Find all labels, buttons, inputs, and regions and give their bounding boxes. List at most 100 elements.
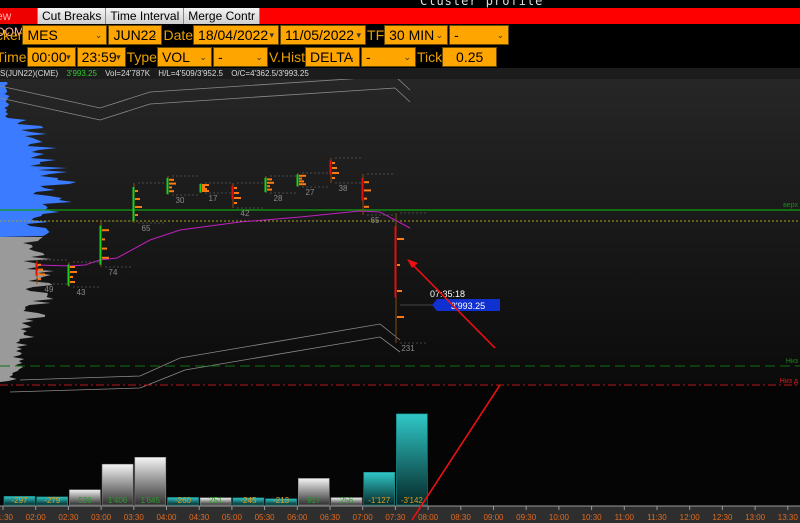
candle-body — [199, 184, 202, 193]
tick-label: Tick — [417, 48, 443, 65]
cluster-volume-tick — [332, 172, 339, 174]
caret-down-icon: ▾ — [269, 29, 275, 40]
candle-body — [35, 262, 38, 276]
date-label: Date — [163, 26, 194, 43]
type-select[interactable]: VOL ⌄ — [156, 46, 212, 67]
upper-level-label: верх — [783, 202, 798, 209]
timeframe-value: 30 MIN — [389, 26, 435, 43]
time-from-value: 00:00 — [31, 48, 67, 65]
candle-body — [99, 225, 102, 265]
cluster-volume-tick — [299, 183, 306, 186]
cluster-volume-tick — [332, 177, 335, 179]
type-value: VOL — [161, 48, 190, 65]
cluster-chart[interactable]: верх Низ Низ д 49 43 74 65 30 17 42 28 27 38 65 231 -… — [0, 79, 800, 523]
timeframe-select[interactable]: 30 MIN ⌄ — [384, 24, 449, 45]
cluster-volume-tick — [267, 181, 274, 184]
merge-contracts-button[interactable]: Merge Contr — [184, 8, 260, 24]
date-to-select[interactable]: 11/05/2022 ▾ — [280, 24, 367, 45]
time-axis-label: 03:00 — [91, 513, 112, 522]
new-dom-button[interactable]: ew DOM — [0, 8, 38, 39]
candle-body — [231, 185, 234, 200]
candle-body — [329, 160, 332, 175]
delta-bar-label: -297 — [11, 496, 28, 505]
delta-bar-label: 256 — [340, 496, 354, 505]
cluster-volume-tick — [332, 167, 337, 169]
time-to-select[interactable]: 23:59 ▾ — [76, 46, 126, 67]
time-axis-label: 02:00 — [26, 513, 47, 522]
toolbar: ew DOM Cut Breaks Time Interval Merge Co… — [0, 8, 800, 39]
caret-down-icon: ▾ — [116, 51, 121, 62]
ticker-select[interactable]: MES ⌄ — [22, 24, 108, 45]
cluster-volume-tick — [70, 281, 75, 283]
time-axis-label: 05:30 — [255, 513, 276, 522]
candle-volume-label: 43 — [77, 288, 86, 297]
type-label: Type — [126, 48, 157, 65]
candle-volume-label: 27 — [306, 188, 315, 197]
cluster-volume-tick — [38, 278, 41, 281]
time-axis-label: 04:00 — [156, 513, 177, 522]
time-axis-label: 13:00 — [745, 513, 766, 522]
cluster-volume-tick — [234, 192, 239, 194]
price-pane — [0, 79, 800, 384]
cluster-volume-tick — [38, 268, 43, 271]
delta-bar-label: -3'142 — [401, 496, 424, 505]
tick-input[interactable]: 0.25 — [442, 46, 498, 67]
symbol: S(JUN22)(CME) — [0, 69, 59, 78]
cluster-volume-tick — [332, 162, 335, 164]
time-axis-label: 09:30 — [516, 513, 537, 522]
cluster-volume-tick — [397, 264, 400, 266]
cluster-volume-tick — [38, 273, 45, 276]
cut-breaks-button[interactable]: Cut Breaks — [38, 8, 107, 24]
cluster-volume-tick — [397, 290, 402, 292]
chevron-down-icon: ⌄ — [496, 29, 505, 40]
time-axis-label: 02:30 — [58, 513, 79, 522]
delta-bar-label: 1'645 — [141, 496, 161, 505]
time-axis-label: 07:30 — [385, 513, 406, 522]
time-axis-label: 11:00 — [615, 513, 635, 522]
timeframe-extra-select[interactable]: - ⌄ — [449, 24, 510, 45]
window-title: Cluster profile — [420, 0, 544, 8]
delta-bar-label: 1'406 — [108, 496, 128, 505]
candle-body — [132, 187, 135, 221]
time-axis-label: 06:00 — [287, 513, 308, 522]
time-axis-label: 06:30 — [320, 513, 341, 522]
time-axis-label: 07:00 — [353, 513, 374, 522]
candle-volume-label: 28 — [274, 194, 283, 203]
high-low: H/L=4'509/3'952.5 — [158, 69, 223, 78]
cluster-volume-tick — [102, 256, 109, 259]
caret-down-icon: ▾ — [356, 29, 362, 40]
cluster-volume-tick — [169, 190, 174, 193]
time-axis-label: 12:00 — [680, 513, 701, 522]
cluster-volume-tick — [364, 197, 367, 200]
time-axis-label: 10:30 — [582, 513, 603, 522]
type-extra-select[interactable]: - ⌄ — [212, 46, 268, 67]
contract-select[interactable]: JUN22 ⌄ — [108, 24, 163, 45]
date-from-select[interactable]: 18/04/2022 ▾ — [193, 24, 280, 45]
time-from-select[interactable]: 00:00 ▾ — [26, 46, 76, 67]
delta-bar-label: 526 — [78, 496, 92, 505]
candle-body — [394, 226, 397, 298]
price-tag-time: 07:35:18 — [430, 289, 465, 299]
info-bar: S(JUN22)(CME) 3'993.25 Vol=24'787K H/L=4… — [0, 68, 800, 79]
vhist-select[interactable]: DELTA ⌄ — [305, 46, 361, 67]
delta-bar-label: -245 — [240, 496, 257, 505]
chevron-down-icon: ⌄ — [149, 29, 158, 40]
cluster-volume-tick — [364, 189, 371, 192]
time-axis-label: 08:30 — [451, 513, 472, 522]
cluster-volume-tick — [397, 316, 404, 318]
time-axis-label: 01:30 — [0, 513, 14, 522]
vhist-extra-select[interactable]: - ⌄ — [361, 46, 417, 67]
cluster-volume-tick — [267, 188, 272, 191]
cluster-volume-tick — [38, 263, 41, 266]
lower-day-level-label: Низ д — [780, 378, 798, 385]
chevron-down-icon: ⌄ — [255, 51, 263, 62]
delta-bar-label: -260 — [175, 496, 192, 505]
volume: Vol=24'787K — [105, 69, 151, 78]
candle-volume-label: 49 — [45, 285, 54, 294]
time-interval-button[interactable]: Time Interval — [106, 8, 185, 24]
time-axis-label: 08:00 — [418, 513, 439, 522]
cluster-volume-tick — [202, 184, 209, 186]
cluster-volume-tick — [169, 182, 176, 185]
chevron-down-icon: ⌄ — [94, 29, 103, 40]
delta-bar-label: 917 — [307, 496, 321, 505]
